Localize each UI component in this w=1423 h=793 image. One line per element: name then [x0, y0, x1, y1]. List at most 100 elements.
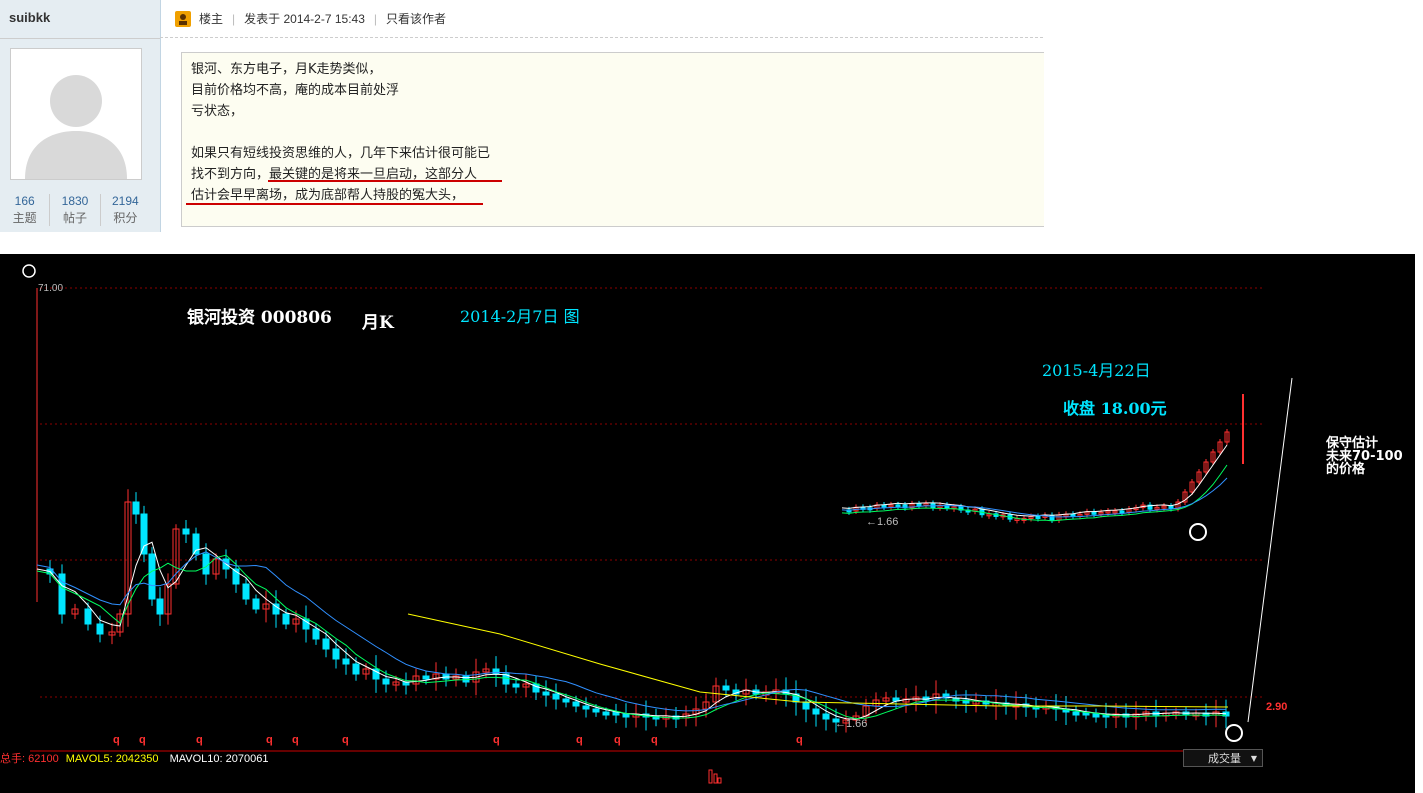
candle-body: [812, 708, 820, 715]
min-price-value: 1.66: [846, 718, 868, 730]
projection-line: [1247, 377, 1293, 723]
ma-line-medium: [36, 554, 1227, 720]
stat-topics-label: 主题: [12, 211, 37, 225]
indicator-select-label: 成交量: [1208, 752, 1241, 765]
candle-body: [148, 553, 156, 600]
stat-points[interactable]: 2194 积分: [101, 194, 150, 226]
candle-body: [592, 708, 600, 713]
stock-chart[interactable]: 71.00 银河投资 000806 月K 2014-2月7日 图 2015-4月…: [0, 254, 1415, 793]
candle-body: [1072, 711, 1080, 716]
stat-topics-value[interactable]: 166: [0, 194, 49, 208]
quote-line: 亏状态，: [191, 104, 244, 119]
mavol10-value: MAVOL10: 2070061: [169, 753, 269, 765]
candle-body: [382, 678, 390, 685]
candle-body: [322, 638, 330, 650]
current-price-label: 2.90: [1266, 701, 1288, 713]
ma-line-short: [36, 541, 1227, 720]
author-stats: 166 主题 1830 帖子 2194 积分: [0, 194, 150, 226]
q-marker: q: [651, 734, 658, 746]
forecast-line: 的价格: [1326, 462, 1366, 477]
stat-posts[interactable]: 1830 帖子: [50, 194, 101, 226]
stat-posts-value[interactable]: 1830: [50, 194, 99, 208]
candle-body: [242, 583, 250, 600]
volume-info-bar: 总手: 62100 MAVOL5: 2042350 MAVOL10: 20700…: [0, 750, 1185, 767]
thread-starter-icon: [175, 10, 191, 27]
chart-date-label: 2014-2月7日 图: [460, 307, 580, 326]
inset-candle-body: [1119, 510, 1125, 514]
q-marker: q: [266, 734, 273, 746]
inset-candle-body: [916, 503, 922, 507]
post-divider: [160, 37, 1043, 38]
chart-title: 银河投资 000806: [187, 308, 332, 328]
volume-bar: [708, 769, 713, 784]
candle-body: [202, 553, 210, 575]
candle-body: [572, 701, 580, 707]
highlight-underline: [268, 180, 502, 182]
inset-min-value: 1.66: [877, 516, 899, 528]
candle-body: [182, 528, 190, 535]
q-marker: q: [576, 734, 583, 746]
author-sidebar: suibkk 166 主题 1830 帖子 2194 积分: [0, 0, 161, 232]
stat-points-value[interactable]: 2194: [101, 194, 150, 208]
inset-candle-body: [1168, 505, 1174, 509]
candle-body: [822, 713, 830, 720]
quote-line: 估计会早早离场，成为底部帮人持股的冤大头，: [191, 188, 465, 203]
thread-starter-label: 楼主: [199, 12, 224, 26]
candle-body: [252, 598, 260, 610]
candle-body: [602, 711, 610, 716]
only-author-link[interactable]: 只看该作者: [386, 10, 446, 27]
inset-ma-medium: [841, 464, 1228, 522]
candle-body: [1092, 713, 1100, 718]
candle-body: [140, 513, 148, 555]
min-price-label: ←1.66: [835, 718, 868, 730]
q-marker: q: [139, 734, 146, 746]
q-marker: q: [796, 734, 803, 746]
marker-circle: [22, 264, 36, 278]
candle-body: [282, 613, 290, 625]
chevron-down-icon[interactable]: ▼: [1251, 750, 1257, 768]
marker-circle: [1189, 523, 1207, 541]
total-volume: 总手: 62100: [0, 753, 59, 765]
stat-posts-label: 帖子: [62, 211, 87, 225]
quote-line: 目前价格均不高，庵的成本目前处浮: [191, 83, 400, 98]
max-price-label: 71.00: [38, 283, 64, 294]
candle-body: [622, 713, 630, 718]
forum-post: suibkk 166 主题 1830 帖子 2194 积分 楼主 | 发表于 2014…: [0, 0, 1423, 232]
stat-topics[interactable]: 166 主题: [0, 194, 51, 226]
candle-body: [352, 663, 360, 675]
candle-body: [542, 691, 550, 696]
sidebar-divider: [0, 38, 160, 39]
candle-body: [512, 683, 520, 688]
quote-line: 银河、东方电子，月K走势类似，: [191, 62, 382, 77]
volume-bar: [713, 773, 718, 784]
quote-line: 如果只有短线投资思维的人，几年下来估计很可能已: [191, 146, 491, 161]
inset-candle-body: [895, 504, 901, 508]
candle-body: [312, 628, 320, 640]
meta-divider: |: [232, 11, 236, 26]
candle-body: [84, 608, 92, 625]
candle-body: [342, 658, 350, 665]
inset-min-label: ←1.66: [866, 516, 899, 528]
marker-circle: [1225, 724, 1243, 742]
candle-body: [562, 698, 570, 703]
candle-body: [462, 675, 470, 683]
q-marker: q: [292, 734, 299, 746]
candlestick-chart[interactable]: [0, 254, 1415, 793]
inset-candle-body: [1035, 515, 1041, 519]
inset-date-label: 2015-4月22日: [1042, 361, 1151, 380]
post-meta: 楼主 | 发表于 2014-2-7 15:43 | 只看该作者: [175, 10, 446, 27]
post-date: 发表于 2014-2-7 15:43: [244, 12, 365, 26]
candle-body: [58, 573, 66, 615]
q-marker: q: [196, 734, 203, 746]
candle-body: [96, 623, 104, 635]
candle-body: [722, 685, 730, 691]
inset-close-label: 收盘 18.00元: [1063, 399, 1167, 418]
indicator-select[interactable]: 成交量 ▼: [1183, 749, 1263, 767]
q-marker: q: [493, 734, 500, 746]
meta-divider: |: [373, 11, 377, 26]
inset-candle-body: [1070, 513, 1076, 517]
author-username[interactable]: suibkk: [9, 10, 50, 25]
q-marker: q: [113, 734, 120, 746]
avatar[interactable]: [10, 48, 142, 180]
candle-body: [552, 693, 560, 700]
